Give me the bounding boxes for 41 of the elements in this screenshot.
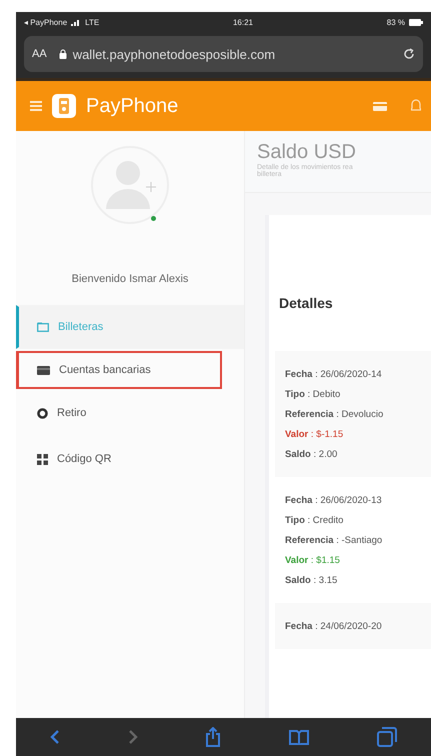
menu-icon[interactable] (30, 101, 42, 111)
folder-icon (37, 322, 49, 332)
text-size-button[interactable]: AA (32, 48, 47, 60)
sidebar-item[interactable]: Retiro (16, 391, 244, 435)
transaction-detail: Valor : $1.15 (285, 554, 341, 568)
lock-icon (58, 49, 67, 59)
page-title: Saldo USD (257, 141, 357, 164)
transaction-detail: Valor : $-1.15 (285, 428, 344, 442)
transaction-detail: Tipo : Credito (285, 514, 344, 528)
reload-icon[interactable] (403, 48, 415, 60)
card-icon[interactable] (373, 102, 387, 110)
transaction-detail: Fecha : 26/06/2020-14 (285, 368, 383, 382)
sidebar-item[interactable]: Cuentas bancarias (16, 351, 222, 389)
tabs-icon[interactable] (377, 727, 398, 747)
section-heading: Detalles (279, 295, 334, 311)
bell-icon[interactable] (411, 99, 421, 113)
transaction-detail: Saldo : 3.15 (285, 574, 338, 588)
book-icon[interactable] (289, 729, 310, 745)
grid-icon (37, 454, 48, 464)
battery-icon (408, 18, 423, 26)
carrier-label: ◂ PayPhone (24, 18, 68, 26)
signal-icon (71, 18, 82, 26)
card-icon (37, 366, 50, 374)
avatar-silhouette-icon (90, 145, 170, 225)
transaction-detail: Tipo : Debito (285, 388, 342, 402)
brand-name: PayPhone (86, 94, 178, 118)
share-icon[interactable] (205, 727, 222, 747)
battery-percent: 83 % (386, 18, 405, 26)
sidebar-item[interactable]: Código QR (16, 437, 244, 481)
address-bar[interactable]: AA wallet.payphonetodoesposible.com (24, 36, 423, 72)
url-text: wallet.payphonetodoesposible.com (72, 46, 276, 62)
transaction-detail: Referencia : Devolucio (285, 408, 384, 422)
network-label: LTE (85, 18, 100, 26)
welcome-text: Bienvenido Ismar Alexis (72, 273, 188, 285)
circle-icon (37, 408, 48, 418)
phone-logo-icon (52, 94, 76, 118)
transaction-detail: Fecha : 26/06/2020-13 (285, 494, 383, 508)
transaction-detail: Saldo : 2.00 (285, 448, 338, 462)
transaction-detail: Referencia : -Santiago (285, 534, 384, 548)
transaction-detail: Fecha : 24/06/2020-20 (285, 620, 383, 634)
clock-time: 16:21 (232, 18, 253, 26)
